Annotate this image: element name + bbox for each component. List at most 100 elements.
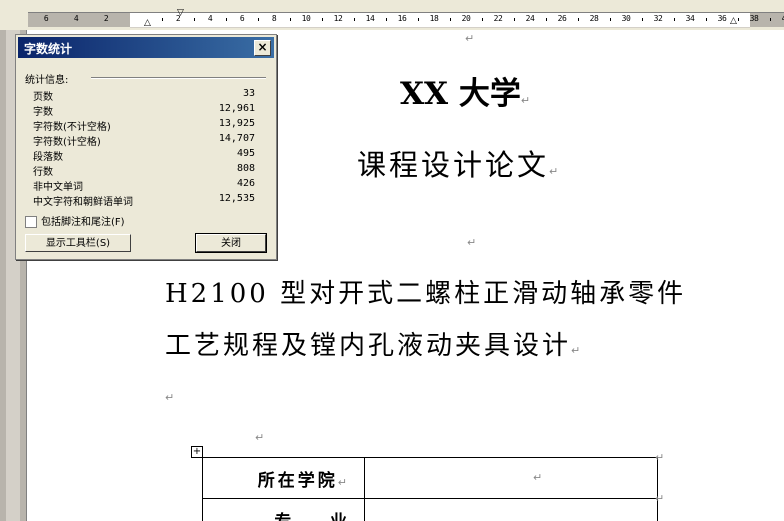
ruler-tick [482,18,483,21]
stat-value: 426 [236,178,255,189]
show-toolbar-button[interactable]: 显示工具栏(S) [25,234,131,252]
ruler-tick [642,18,643,21]
right-indent-marker[interactable]: △ [730,17,737,26]
project-title-line-1[interactable]: H2100 型对开式二螺柱正滑动轴承零件 [165,273,686,310]
stat-label: 页数 [33,92,53,103]
stat-row: 字符数(计空格) 14,707 [33,133,255,148]
ruler-number: 12 [333,14,343,23]
paragraph-mark: ↵ [465,32,475,45]
stat-label: 中文字符和朝鲜语单词 [33,197,133,208]
info-table[interactable]: 所在学院↵ ↵↵ 专 业 ↵ [202,451,664,521]
group-divider [91,77,266,79]
stat-label: 字符数(计空格) [33,137,101,148]
checkbox-icon[interactable] [25,216,37,228]
ruler-tick [386,18,387,21]
stat-value: 33 [242,88,255,99]
cell-mark: ↵ [533,471,543,484]
ruler-tick [290,18,291,21]
table-row: 专 业 ↵ [202,492,664,521]
table-cell-label[interactable]: 专 业 [202,498,365,521]
stat-label: 字数 [33,107,53,118]
ruler-number: 4 [207,14,213,23]
stat-value: 12,961 [218,103,255,114]
row-end-mark: ↵ [655,451,665,464]
stat-value: 12,535 [218,193,255,204]
stat-label: 非中文单词 [33,182,83,193]
row-label-major: 专 业 [274,512,350,521]
stat-row: 段落数 495 [33,148,255,163]
stat-row: 字数 12,961 [33,103,255,118]
paragraph-mark: ↵ [165,391,175,404]
ruler-number: 6 [239,14,245,23]
hanging-indent-marker[interactable]: △ [144,19,151,28]
university-title[interactable]: XX 大学↵ [400,68,530,113]
stat-row: 非中文单词 426 [33,178,255,193]
project-title-line-2-text: 工艺规程及镗内孔液动夹具设计 [165,331,572,361]
paragraph-mark: ↵ [255,431,265,444]
word-count-dialog: 字数统计 × 统计信息: 页数 33 字数 12,961 字符数(不计空格) 13,925… [15,34,277,260]
stat-row: 字符数(不计空格) 13,925 [33,118,255,133]
dialog-titlebar[interactable]: 字数统计 × [18,37,274,58]
ruler-number: 24 [525,14,535,23]
table-cell-value[interactable]: ↵ [364,492,664,521]
ruler-number: 10 [301,14,311,23]
ruler-number: 32 [653,14,663,23]
course-design-title[interactable]: 课程设计论文↵ [357,142,561,184]
stat-value: 13,925 [218,118,255,129]
ruler-tick [226,18,227,21]
table-cell-value[interactable]: ↵ ↵ [364,451,664,499]
ruler-number: 6 [43,14,49,23]
project-title-line-2[interactable]: 工艺规程及镗内孔液动夹具设计↵ [165,325,583,362]
ruler-tick [418,18,419,21]
ruler-number: 18 [429,14,439,23]
ruler-number: 26 [557,14,567,23]
ruler-number: 22 [493,14,503,23]
close-button[interactable]: 关闭 [195,233,267,253]
ruler-tick [546,18,547,21]
university-title-text: XX 大学 [400,76,521,112]
stat-label: 行数 [33,167,53,178]
first-line-indent-marker[interactable]: ▽ [177,9,184,18]
close-icon[interactable]: × [254,40,271,56]
ruler-number: 34 [685,14,695,23]
table-row: 所在学院↵ ↵ ↵ [202,451,664,499]
ruler-tick [610,18,611,21]
stat-row: 中文字符和朝鲜语单词 12,535 [33,193,255,208]
cell-mark: ↵ [337,475,350,489]
ruler-number: 36 [717,14,727,23]
stat-label: 字符数(不计空格) [33,122,111,133]
stat-label: 段落数 [33,152,63,163]
ruler-tick [674,18,675,21]
row-end-mark: ↵ [655,492,665,505]
horizontal-ruler[interactable]: 642246810121416182022242628303234363840 … [0,8,784,30]
row-label-college: 所在学院 [257,470,338,491]
ruler-tick [578,18,579,21]
include-footnotes-checkbox[interactable]: 包括脚注和尾注(F) [25,213,125,228]
ruler-tick [706,18,707,21]
ruler-number: 20 [461,14,471,23]
ruler-tick [194,18,195,21]
table-cell-label[interactable]: 所在学院↵ [202,457,365,499]
ruler-tick [450,18,451,21]
paragraph-mark: ↵ [549,165,562,178]
ruler-tick [738,18,739,21]
ruler-number: 16 [397,14,407,23]
ruler-number: 30 [621,14,631,23]
ruler-number: 28 [589,14,599,23]
paragraph-mark: ↵ [467,236,477,249]
course-design-title-text: 课程设计论文 [357,148,550,182]
stat-row: 行数 808 [33,163,255,178]
ruler-tick [770,18,771,21]
ruler-tick [354,18,355,21]
stat-value: 495 [236,148,255,159]
checkbox-label: 包括脚注和尾注(F) [41,217,125,228]
ruler-tick [322,18,323,21]
ruler-number: 4 [73,14,79,23]
ruler-tick [514,18,515,21]
statistics-group-label: 统计信息: [25,75,69,86]
ruler-number: 14 [365,14,375,23]
paragraph-mark: ↵ [520,94,531,107]
ruler-tick [162,18,163,21]
ruler-number: 38 [749,14,759,23]
ruler-tick [258,18,259,21]
